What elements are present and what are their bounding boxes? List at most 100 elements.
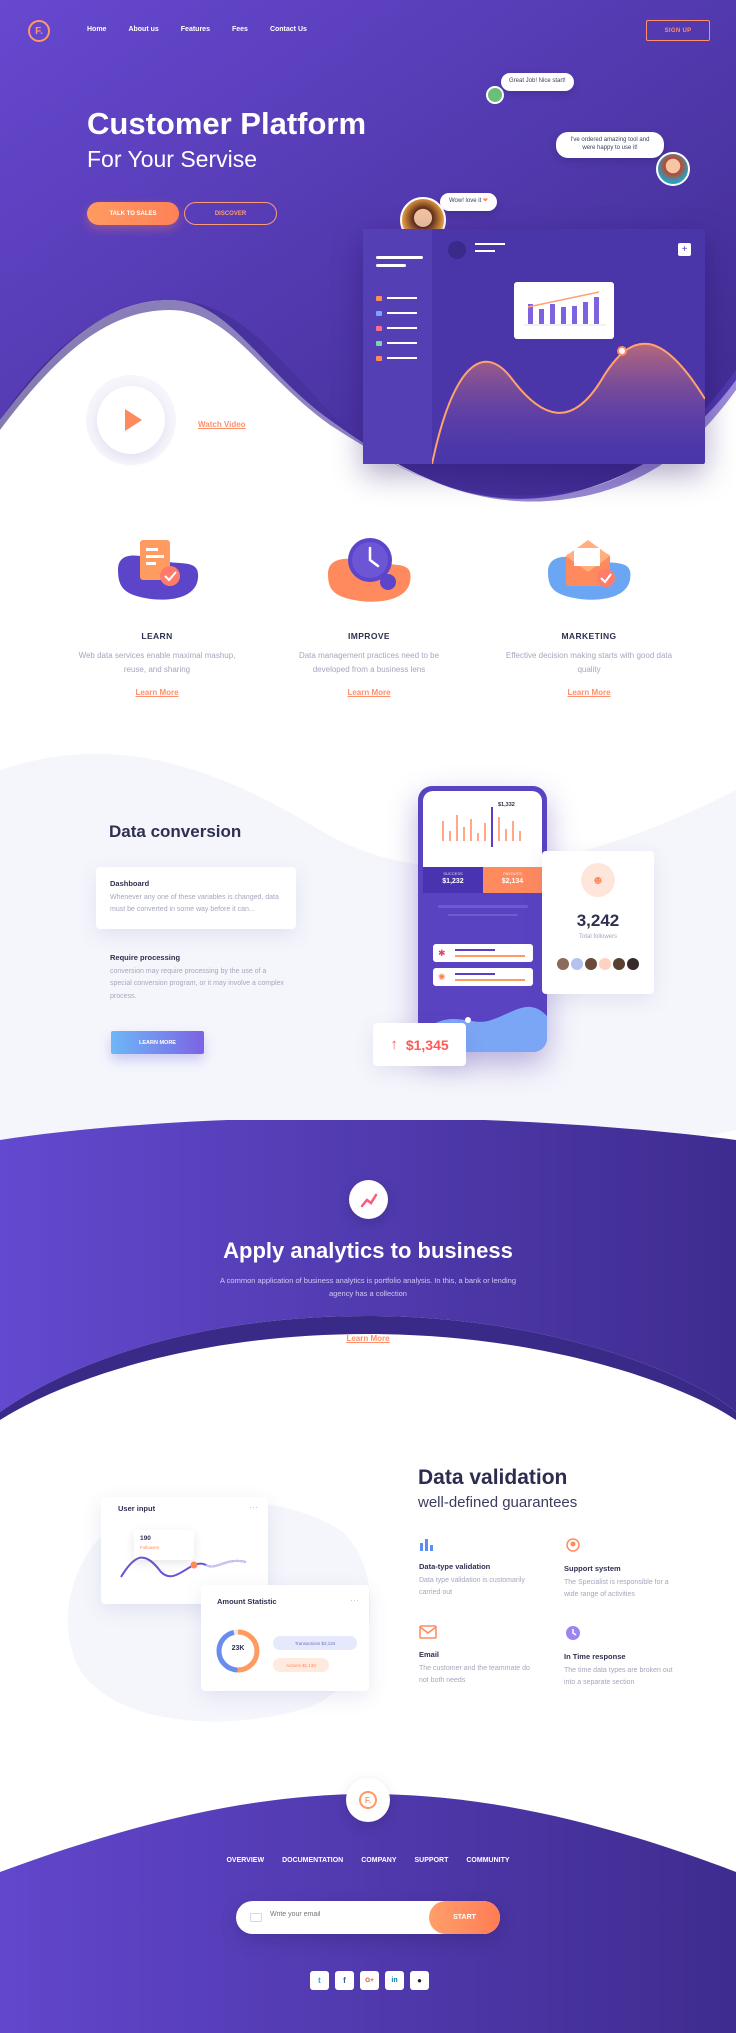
add-icon[interactable]: +	[678, 243, 691, 256]
amount-statistic-card: Amount Statistic ··· 23K Transactions $3…	[201, 1585, 369, 1691]
money-value: $1,345	[405, 1036, 449, 1053]
support-icon	[566, 1538, 580, 1552]
play-icon[interactable]	[125, 409, 142, 431]
twitter-icon[interactable]: t	[310, 1971, 329, 1990]
success-value: $1,232	[442, 878, 464, 885]
phone-bars	[442, 807, 521, 847]
avatar	[557, 958, 569, 970]
trend-icon	[360, 1193, 377, 1207]
payouts-stat: PAYOUTS $2,134	[483, 867, 542, 893]
more-icon[interactable]: ···	[249, 1502, 258, 1512]
nav-contact[interactable]: Contact Us	[270, 26, 307, 33]
followers-icon: ☻	[581, 863, 615, 897]
feature-title: LEARN	[141, 631, 173, 641]
learn-more-button[interactable]: LEARN MORE	[111, 1031, 204, 1054]
facebook-icon[interactable]: f	[335, 1971, 354, 1990]
feature-improve: IMPROVE Data management practices need t…	[284, 530, 454, 697]
followers-number: 190	[140, 1535, 151, 1542]
talk-to-sales-button[interactable]: TALK TO SALES	[87, 202, 179, 225]
validation-item-text: Data type validation is customarily carr…	[419, 1577, 525, 1597]
footer-logo-mark: F.	[359, 1791, 377, 1809]
feature-learn-more[interactable]: Learn More	[284, 688, 454, 697]
nav-features[interactable]: Features	[181, 26, 210, 33]
watch-video-play[interactable]	[86, 375, 176, 465]
nav-fees[interactable]: Fees	[232, 26, 248, 33]
footer-nav-documentation[interactable]: DOCUMENTATION	[282, 1857, 343, 1864]
email-input[interactable]	[270, 1911, 400, 1918]
validation-item-text: The time data types are broken out into …	[564, 1667, 673, 1687]
validation-item-title: Support system	[564, 1564, 621, 1573]
donut-value: 23K	[231, 1645, 245, 1652]
feature-text: Data management practices need to be dev…	[298, 651, 440, 674]
feature-text: Web data services enable maximal mashup,…	[78, 651, 236, 674]
bar-chart-icon	[420, 1539, 433, 1551]
dashboard-preview: +	[363, 229, 705, 464]
subscribe-form: START	[236, 1901, 500, 1934]
dashboard-card: Dashboard Whenever any one of these vari…	[96, 867, 296, 929]
analytics-text: A common application of business analyti…	[220, 1276, 516, 1299]
list-item[interactable]: ✱	[433, 944, 533, 962]
footer-logo[interactable]: F.	[346, 1778, 390, 1822]
footer-nav-support[interactable]: SUPPORT	[415, 1857, 449, 1864]
more-icon[interactable]: ···	[350, 1595, 359, 1605]
github-icon[interactable]: ●	[410, 1971, 429, 1990]
brand-logo[interactable]: F.	[28, 20, 50, 42]
hero-title: Customer Platform	[87, 106, 367, 141]
validation-item: In Time response The time data types are…	[564, 1625, 684, 1690]
start-button[interactable]: START	[429, 1901, 500, 1934]
followers-label: Total followers	[578, 934, 617, 940]
footer-nav-community[interactable]: COMMUNITY	[466, 1857, 509, 1864]
avatar	[571, 958, 583, 970]
hero-section: F. Home About us Features Fees Contact U…	[0, 0, 736, 520]
processing-title: Require processing	[110, 953, 181, 962]
conversion-title: Data conversion	[109, 822, 242, 841]
followers-card: ☻ 3,242 Total followers	[542, 851, 654, 994]
clock-icon	[566, 1626, 580, 1640]
followers-value: 3,242	[576, 911, 620, 930]
footer-nav: OVERVIEW DOCUMENTATION COMPANY SUPPORT C…	[0, 1857, 736, 1864]
footer-nav-overview[interactable]: OVERVIEW	[226, 1857, 264, 1864]
avatar	[448, 241, 466, 259]
analytics-icon	[349, 1180, 388, 1219]
avatar	[656, 152, 690, 186]
success-label: SUCCESS	[443, 871, 463, 876]
nav-about[interactable]: About us	[128, 26, 158, 33]
processing-item: Require processing conversion may requir…	[110, 953, 285, 1003]
google-plus-icon[interactable]: G+	[360, 1971, 379, 1990]
analytics-learn-more[interactable]: Learn More	[0, 1334, 736, 1343]
signup-button[interactable]: SIGN UP	[646, 20, 710, 41]
footer-nav-company[interactable]: COMPANY	[361, 1857, 396, 1864]
slack-icon: ✱	[438, 948, 446, 958]
dashboard-card-title: Dashboard	[110, 879, 150, 888]
feature-learn-more[interactable]: Learn More	[504, 688, 674, 697]
payouts-value: $2,134	[501, 878, 524, 885]
transactions-pill: Transactions $3,134	[273, 1636, 357, 1650]
payouts-label: PAYOUTS	[503, 871, 522, 876]
validation-title: Data validation	[418, 1466, 568, 1489]
main-nav: Home About us Features Fees Contact Us	[87, 26, 329, 33]
clock-icon	[328, 538, 411, 602]
money-card: ↑ $1,345	[373, 1023, 466, 1066]
nav-home[interactable]: Home	[87, 26, 106, 33]
validation-item: Email The customer and the teammate do n…	[419, 1625, 539, 1688]
success-stat: SUCCESS $1,232	[423, 867, 483, 893]
discover-button[interactable]: DISCOVER	[184, 202, 277, 225]
feature-title: IMPROVE	[347, 631, 390, 641]
avatar-row	[542, 958, 654, 970]
social-links: t f G+ in ●	[310, 1971, 429, 1990]
linkedin-icon[interactable]: in	[385, 1971, 404, 1990]
dashboard-card-text: Whenever any one of these variables is c…	[110, 894, 279, 914]
feature-marketing: MARKETING Effective decision making star…	[504, 530, 674, 697]
avatar	[599, 958, 611, 970]
chat-bubble-text: Wow! love it	[449, 198, 482, 204]
validation-item-title: In Time response	[564, 1652, 626, 1661]
validation-item-title: Email	[419, 1650, 440, 1659]
watch-video-link[interactable]: Watch Video	[198, 420, 246, 429]
list-item[interactable]: ✺	[433, 968, 533, 986]
validation-item: Data-type validation Data type validatio…	[419, 1537, 539, 1600]
avatar	[627, 958, 639, 970]
learn-icon	[118, 540, 199, 600]
actions-pill: Actions $1,130	[273, 1658, 329, 1672]
validation-item-title: Data-type validation	[419, 1562, 491, 1571]
feature-learn-more[interactable]: Learn More	[72, 688, 242, 697]
